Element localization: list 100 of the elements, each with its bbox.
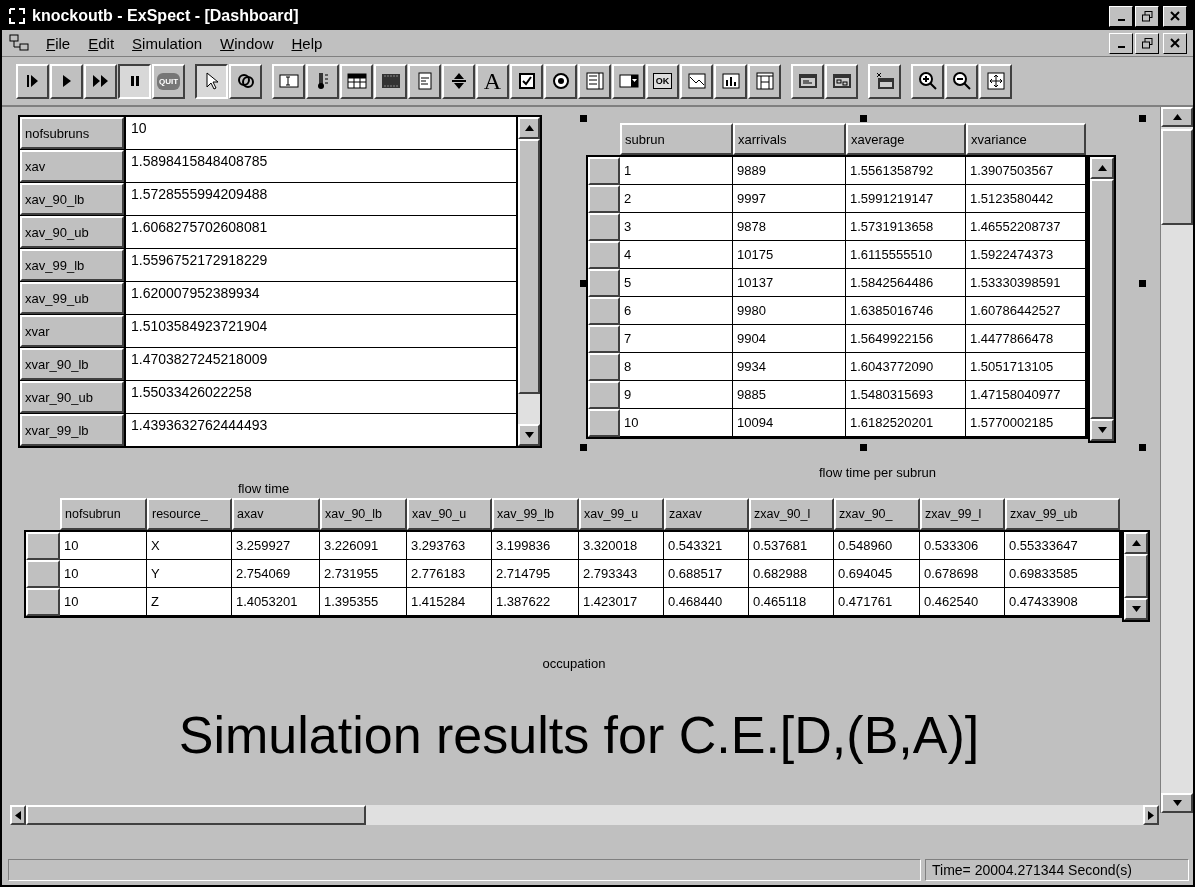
table-cell: 1.5922474373 <box>966 241 1086 269</box>
scroll-up-button[interactable] <box>518 117 540 139</box>
scroll-thumb[interactable] <box>26 805 366 825</box>
minimize-button[interactable] <box>1109 5 1133 27</box>
scrollbar[interactable] <box>1122 530 1150 622</box>
scrollbar[interactable] <box>1160 107 1193 813</box>
minimize-button[interactable] <box>1109 32 1133 54</box>
scroll-up-button[interactable] <box>1124 532 1148 554</box>
scroll-up-button[interactable] <box>1090 157 1114 179</box>
scroll-thumb[interactable] <box>1124 554 1148 598</box>
scroll-down-button[interactable] <box>1090 419 1114 441</box>
chart-caption: flow time <box>238 481 290 496</box>
column-header[interactable]: xarrivals <box>733 123 846 155</box>
column-header[interactable]: zxav_90_l <box>749 498 834 530</box>
list-box-icon <box>584 71 605 91</box>
parameter-value: 1.55033426022258 <box>124 381 516 413</box>
row-header[interactable] <box>588 213 620 241</box>
resize-handle[interactable] <box>1139 444 1146 451</box>
table-cell: 1.60786442527 <box>966 297 1086 325</box>
menu-item[interactable]: Simulation <box>130 34 205 52</box>
toolbar-button[interactable] <box>195 63 228 99</box>
table-cell: 1.5051713105 <box>966 353 1086 381</box>
resize-handle[interactable] <box>859 115 867 122</box>
toolbar-button[interactable]: OK <box>646 63 679 99</box>
table-cell: 3.293763 <box>407 532 492 560</box>
row-header[interactable] <box>588 325 620 353</box>
table-cell: Y <box>147 560 232 588</box>
resize-handle[interactable] <box>580 279 587 287</box>
bar-chart-icon <box>720 71 741 91</box>
row-header[interactable] <box>26 532 60 560</box>
column-header[interactable]: xav_90_lb <box>320 498 407 530</box>
menu-item[interactable]: File <box>44 34 73 52</box>
table-cell: 9904 <box>733 325 846 353</box>
parameter-label: xav_99_ub <box>20 282 124 314</box>
resize-handle[interactable] <box>580 444 587 451</box>
toolbar-button[interactable]: A <box>476 63 509 99</box>
parameter-label: xvar_90_lb <box>20 348 124 380</box>
row-header[interactable] <box>26 560 60 588</box>
text-field-icon <box>278 71 299 91</box>
menu-item[interactable]: Edit <box>86 34 117 52</box>
column-header[interactable]: nofsubrun <box>60 498 147 530</box>
table-cell: 1.3907503567 <box>966 157 1086 185</box>
restore-button[interactable] <box>1135 5 1159 27</box>
close-button[interactable] <box>1163 5 1187 27</box>
restore-button[interactable] <box>1135 32 1159 54</box>
fit-view-icon <box>985 71 1006 91</box>
column-header[interactable]: xav_99_u <box>579 498 664 530</box>
column-header[interactable]: xav_90_u <box>407 498 492 530</box>
toolbar-button[interactable] <box>118 63 151 99</box>
headline: Simulation results for C.E.[D,(B,A)] <box>177 705 981 765</box>
row-header[interactable] <box>588 185 620 213</box>
row-header[interactable] <box>588 409 620 437</box>
scroll-down-button[interactable] <box>1161 793 1193 813</box>
scroll-left-button[interactable] <box>10 805 26 825</box>
parameter-label: xav_99_lb <box>20 249 124 281</box>
toolbar-button[interactable]: QUIT <box>152 63 185 99</box>
scroll-right-button[interactable] <box>1143 805 1159 825</box>
resize-handle[interactable] <box>1139 279 1146 287</box>
scrollbar[interactable] <box>1088 155 1116 443</box>
row-header[interactable] <box>588 297 620 325</box>
up-arrow-icon <box>1131 540 1141 546</box>
parameter-label: xav <box>20 150 124 182</box>
table-cell: 1.6043772090 <box>846 353 966 381</box>
column-header[interactable]: zxav_99_ub <box>1005 498 1120 530</box>
table-cell: 1.6115555510 <box>846 241 966 269</box>
row-header[interactable] <box>588 157 620 185</box>
menu-item[interactable]: Window <box>218 34 276 52</box>
column-header[interactable]: xav_99_lb <box>492 498 579 530</box>
column-header[interactable]: zxav_99_l <box>920 498 1005 530</box>
scroll-down-button[interactable] <box>518 424 540 446</box>
table-cell: 9 <box>620 381 733 409</box>
column-header[interactable]: xaverage <box>846 123 966 155</box>
resize-handle[interactable] <box>1139 115 1146 122</box>
parameter-label: xvar <box>20 315 124 347</box>
scroll-thumb[interactable] <box>518 139 540 394</box>
scrollbar[interactable] <box>516 117 540 446</box>
scroll-thumb[interactable] <box>1090 179 1114 419</box>
table-cell: 1.6182520201 <box>846 409 966 437</box>
scrollbar[interactable] <box>10 805 1159 825</box>
resize-handle[interactable] <box>859 444 867 451</box>
scroll-up-button[interactable] <box>1161 107 1193 127</box>
close-button[interactable] <box>1163 32 1187 54</box>
scroll-down-button[interactable] <box>1124 598 1148 620</box>
row-header[interactable] <box>588 353 620 381</box>
column-header[interactable]: zaxav <box>664 498 749 530</box>
row-header[interactable] <box>26 588 60 616</box>
table-cell: 1.395355 <box>320 588 407 616</box>
row-header[interactable] <box>588 381 620 409</box>
column-header[interactable]: resource_ <box>147 498 232 530</box>
row-header[interactable] <box>588 269 620 297</box>
column-header[interactable]: subrun <box>620 123 733 155</box>
menu-item[interactable]: Help <box>289 34 325 52</box>
scroll-thumb[interactable] <box>1161 129 1193 225</box>
column-header[interactable]: zxav_90_ <box>834 498 920 530</box>
column-header[interactable]: xvariance <box>966 123 1086 155</box>
column-header[interactable]: axav <box>232 498 320 530</box>
row-header[interactable] <box>588 241 620 269</box>
resize-handle[interactable] <box>580 115 587 122</box>
table-cell: 10 <box>60 560 147 588</box>
table-cell: 1.5123580442 <box>966 185 1086 213</box>
